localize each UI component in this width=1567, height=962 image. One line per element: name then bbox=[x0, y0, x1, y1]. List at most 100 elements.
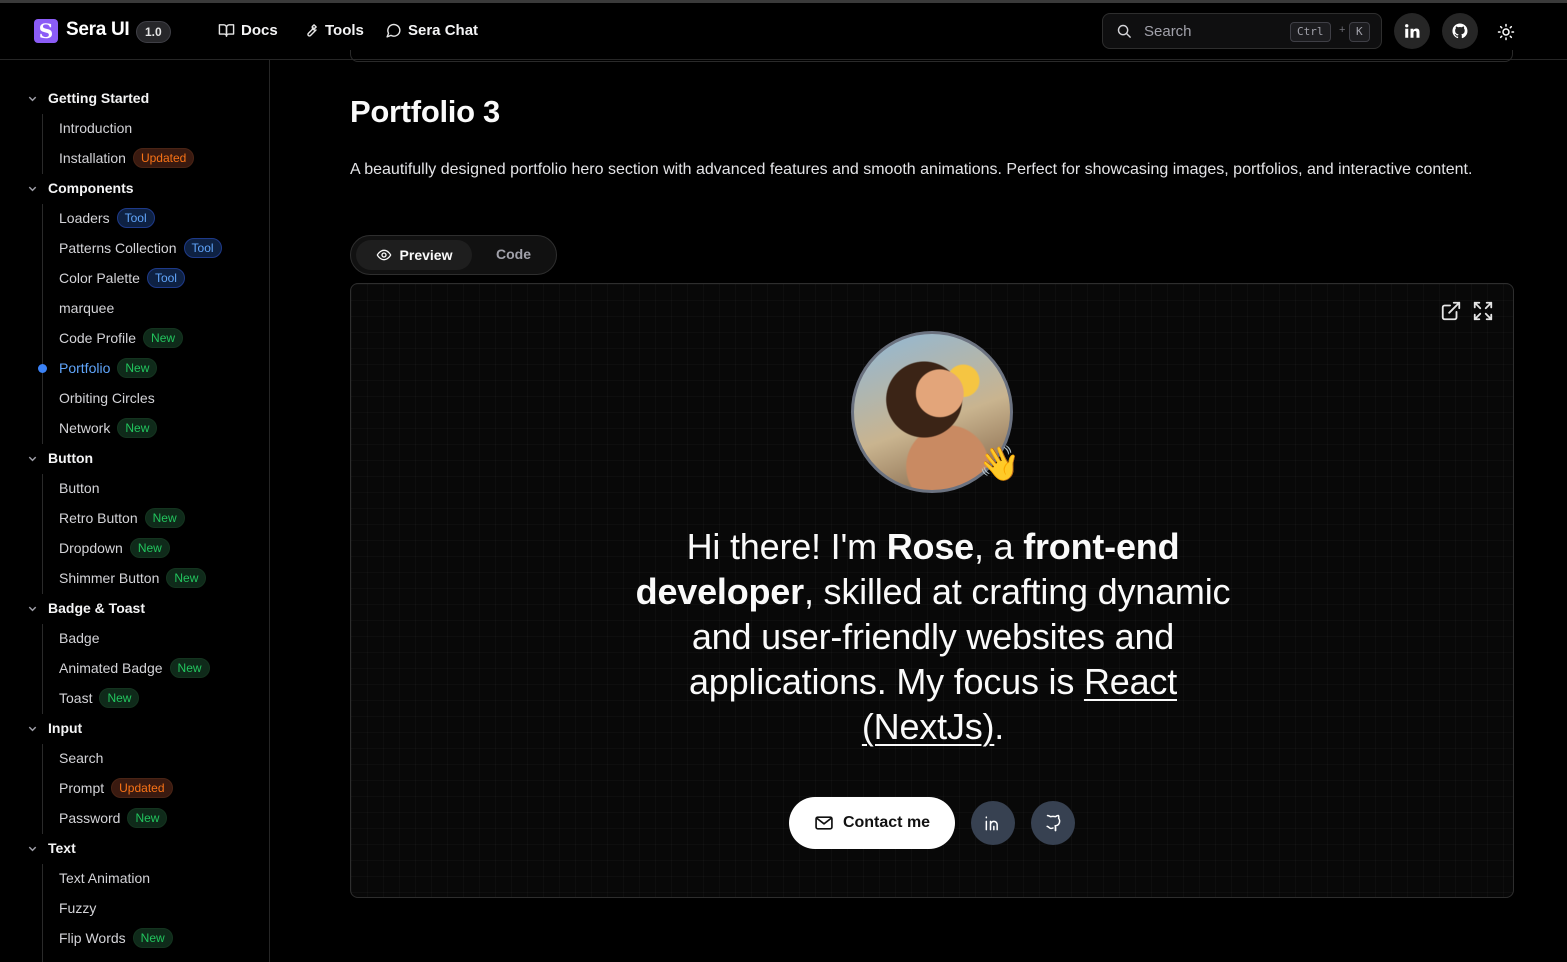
section-guide-line bbox=[42, 624, 43, 714]
sidebar-section-title: Badge & Toast bbox=[48, 600, 145, 616]
sidebar-item-label: Dropdown bbox=[59, 540, 123, 556]
sidebar-section-button[interactable]: Button bbox=[27, 450, 93, 466]
sidebar-item-label: Introduction bbox=[59, 120, 133, 136]
sidebar-item-code-profile[interactable]: Code Profile New bbox=[59, 328, 184, 348]
updated-badge: Updated bbox=[132, 148, 195, 168]
search-icon bbox=[1117, 24, 1131, 38]
nav-docs-label: Docs bbox=[241, 22, 278, 39]
sidebar-item-label: Button bbox=[59, 480, 100, 496]
new-badge: New bbox=[132, 928, 173, 948]
nav-tools-label: Tools bbox=[325, 22, 364, 39]
section-guide-line bbox=[42, 114, 43, 174]
sidebar-item-button[interactable]: Button bbox=[59, 480, 99, 496]
linkedin-social-button[interactable] bbox=[971, 801, 1015, 845]
sidebar-item-toast[interactable]: Toast New bbox=[59, 688, 140, 708]
sidebar-item-portfolio[interactable]: Portfolio New bbox=[59, 358, 158, 378]
new-badge: New bbox=[129, 538, 170, 558]
contact-me-button[interactable]: Contact me bbox=[789, 797, 955, 849]
sidebar-item-label: Code Profile bbox=[59, 330, 137, 346]
sidebar-item-label: Loaders bbox=[59, 210, 110, 226]
previous-card-edge bbox=[350, 50, 1513, 62]
tool-badge: Tool bbox=[116, 208, 155, 228]
tab-code[interactable]: Code bbox=[496, 246, 531, 262]
sidebar-item-flip-words[interactable]: Flip Words New bbox=[59, 928, 173, 948]
chat-bubble-icon bbox=[386, 23, 401, 38]
sidebar-item-patterns-collection[interactable]: Patterns Collection Tool bbox=[59, 238, 222, 258]
sidebar-item-network[interactable]: Network New bbox=[59, 418, 158, 438]
fullscreen-icon[interactable] bbox=[1472, 300, 1494, 322]
section-guide-line bbox=[42, 864, 43, 962]
sidebar-item-password[interactable]: Password New bbox=[59, 808, 168, 828]
section-guide-line bbox=[42, 744, 43, 834]
search-button[interactable]: Search Ctrl + K bbox=[1102, 13, 1382, 49]
sidebar-item-label: marquee bbox=[59, 300, 115, 316]
tab-preview[interactable]: Preview bbox=[356, 240, 472, 270]
sidebar-item-badge[interactable]: Badge bbox=[59, 630, 99, 646]
sidebar-item-label: Retro Button bbox=[59, 510, 138, 526]
sidebar-section-getting-started[interactable]: Getting Started bbox=[27, 90, 149, 106]
theme-toggle-button[interactable] bbox=[1494, 20, 1518, 44]
sidebar-item-marquee[interactable]: marquee bbox=[59, 300, 114, 316]
sidebar-item-retro-button[interactable]: Retro Button New bbox=[59, 508, 185, 528]
sidebar-item-search[interactable]: Search bbox=[59, 750, 103, 766]
sidebar-item-label: Animated Badge bbox=[59, 660, 163, 676]
sidebar-section-title: Text bbox=[48, 840, 76, 856]
new-badge: New bbox=[117, 358, 158, 378]
preview-panel: 👋 Hi there! I'm Rose, a front-end develo… bbox=[350, 283, 1514, 898]
sidebar-section-components[interactable]: Components bbox=[27, 180, 134, 196]
sidebar-item-fuzzy[interactable]: Fuzzy bbox=[59, 900, 96, 916]
logo-icon[interactable]: S bbox=[34, 19, 58, 43]
sidebar-item-installation[interactable]: Installation Updated bbox=[59, 148, 195, 168]
header-linkedin-button[interactable] bbox=[1394, 13, 1430, 49]
new-badge: New bbox=[144, 508, 185, 528]
linkedin-icon bbox=[1405, 24, 1420, 38]
brand-name[interactable]: Sera UI bbox=[66, 19, 130, 41]
chevron-down-icon bbox=[28, 606, 37, 611]
sidebar-section-title: Components bbox=[48, 180, 134, 196]
sidebar-item-loaders[interactable]: Loaders Tool bbox=[59, 208, 155, 228]
eye-icon bbox=[376, 249, 391, 261]
header-github-button[interactable] bbox=[1442, 13, 1478, 49]
nav-docs[interactable]: Docs bbox=[218, 22, 278, 39]
sidebar-section-title: Getting Started bbox=[48, 90, 150, 106]
github-social-button[interactable] bbox=[1031, 801, 1075, 845]
sidebar-item-introduction[interactable]: Introduction bbox=[59, 120, 132, 136]
sidebar: Getting Started Introduction Installatio… bbox=[0, 60, 270, 962]
sidebar-item-label: Text Animation bbox=[59, 870, 151, 886]
nav-sera-chat[interactable]: Sera Chat bbox=[385, 22, 478, 39]
tool-badge: Tool bbox=[183, 238, 222, 258]
sidebar-item-prompt[interactable]: Prompt Updated bbox=[59, 778, 173, 798]
mail-icon bbox=[815, 816, 833, 830]
new-badge: New bbox=[143, 328, 184, 348]
sidebar-section-text[interactable]: Text bbox=[27, 840, 76, 856]
nav-sera-chat-label: Sera Chat bbox=[408, 22, 479, 39]
external-link-icon[interactable] bbox=[1440, 300, 1462, 322]
sidebar-item-label: Shimmer Button bbox=[59, 570, 160, 586]
new-badge: New bbox=[166, 568, 207, 588]
chevron-down-icon bbox=[28, 726, 37, 731]
active-indicator-dot bbox=[38, 364, 47, 373]
sidebar-item-color-palette[interactable]: Color Palette Tool bbox=[59, 268, 185, 288]
sidebar-item-label: Color Palette bbox=[59, 270, 140, 286]
hero-text: Hi there! I'm Rose, a front-end develope… bbox=[633, 524, 1233, 749]
sidebar-item-label: Orbiting Circles bbox=[59, 390, 155, 406]
kbd-plus: + bbox=[1339, 24, 1346, 36]
hero-text-part: , a bbox=[973, 526, 1024, 567]
sidebar-item-text-animation[interactable]: Text Animation bbox=[59, 870, 150, 886]
sidebar-item-dropdown[interactable]: Dropdown New bbox=[59, 538, 170, 558]
sidebar-item-shimmer-button[interactable]: Shimmer Button New bbox=[59, 568, 207, 588]
waving-hand-emoji: 👋 bbox=[978, 445, 1021, 483]
sidebar-item-label: Prompt bbox=[59, 780, 105, 796]
search-placeholder: Search bbox=[1144, 23, 1192, 40]
sidebar-item-label: Network bbox=[59, 420, 111, 436]
sidebar-item-orbiting-circles[interactable]: Orbiting Circles bbox=[59, 390, 155, 406]
tool-badge: Tool bbox=[146, 268, 185, 288]
wrench-icon bbox=[307, 24, 317, 37]
sidebar-item-label: Installation bbox=[59, 150, 126, 166]
contact-me-label: Contact me bbox=[842, 814, 931, 831]
new-badge: New bbox=[117, 418, 158, 438]
nav-tools[interactable]: Tools bbox=[302, 22, 364, 39]
sidebar-section-badge-toast[interactable]: Badge & Toast bbox=[27, 600, 145, 616]
sidebar-section-input[interactable]: Input bbox=[27, 720, 82, 736]
sidebar-item-animated-badge[interactable]: Animated Badge New bbox=[59, 658, 210, 678]
